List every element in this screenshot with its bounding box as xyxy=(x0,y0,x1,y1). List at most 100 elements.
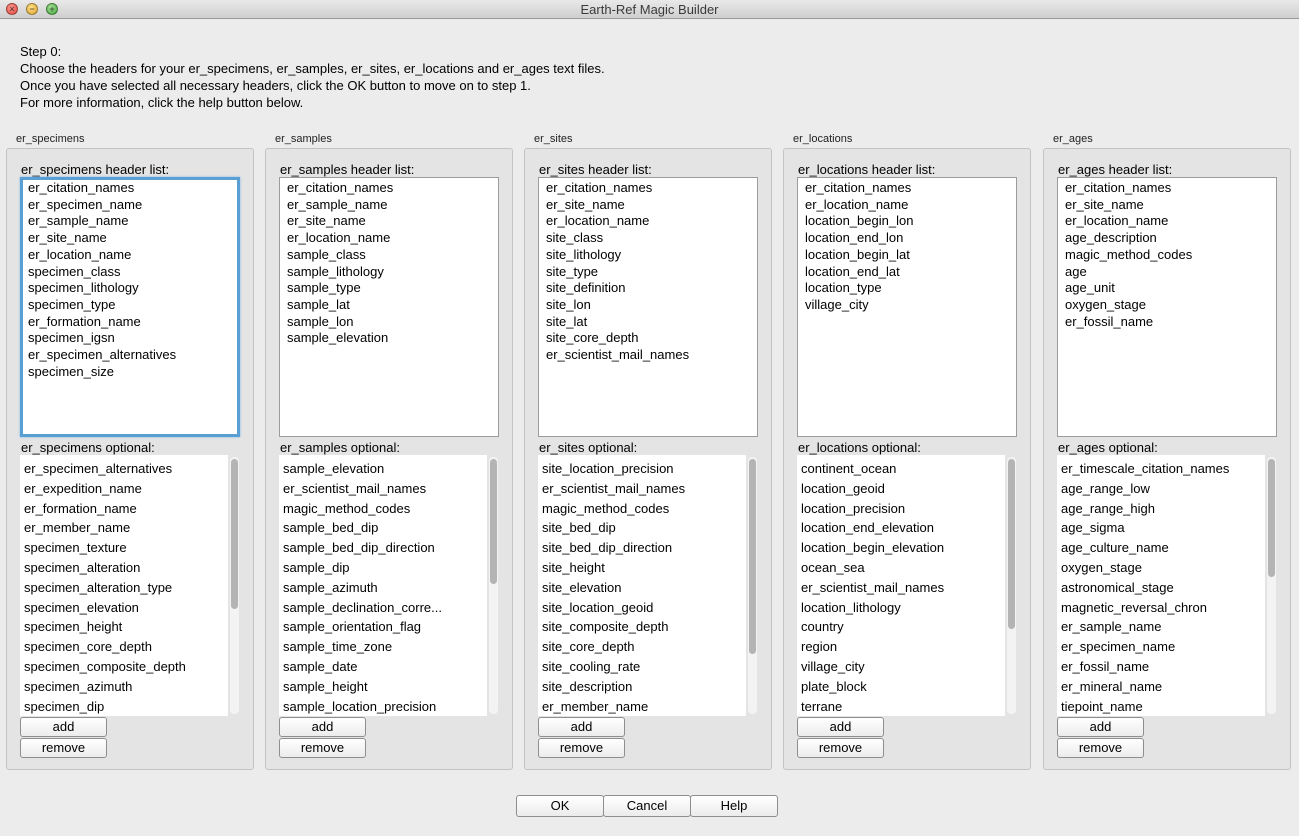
list-item[interactable]: er_formation_name xyxy=(24,499,220,519)
optional-list[interactable]: site_location_precision er_scientist_mail… xyxy=(538,455,746,716)
list-item[interactable]: sample_date xyxy=(283,657,479,677)
list-item[interactable]: sample_class xyxy=(287,247,498,264)
header-list[interactable]: er_citation_names er_site_name er_location… xyxy=(1057,177,1277,437)
list-item[interactable]: sample_declination_corre... xyxy=(283,598,479,618)
list-item[interactable]: er_site_name xyxy=(287,213,498,230)
list-item[interactable]: oxygen_stage xyxy=(1061,558,1257,578)
list-item[interactable]: specimen_type xyxy=(28,297,237,314)
list-item[interactable]: village_city xyxy=(801,657,997,677)
list-item[interactable]: specimen_azimuth xyxy=(24,677,220,697)
list-item[interactable]: site_lon xyxy=(546,297,757,314)
list-item[interactable]: sample_time_zone xyxy=(283,637,479,657)
list-item[interactable]: specimen_core_depth xyxy=(24,637,220,657)
help-button[interactable]: Help xyxy=(690,795,778,817)
optional-list-scrollbar[interactable] xyxy=(1007,457,1016,714)
list-item[interactable]: terrane xyxy=(801,697,997,716)
add-button[interactable]: add xyxy=(538,717,625,737)
list-item[interactable]: astronomical_stage xyxy=(1061,578,1257,598)
list-item[interactable]: er_location_name xyxy=(287,230,498,247)
list-item[interactable]: er_mineral_name xyxy=(1061,677,1257,697)
list-item[interactable]: region xyxy=(801,637,997,657)
list-item[interactable]: age xyxy=(1065,264,1276,281)
list-item[interactable]: specimen_lithology xyxy=(28,280,237,297)
list-item[interactable]: er_citation_names xyxy=(805,180,1016,197)
list-item[interactable]: er_sample_name xyxy=(287,197,498,214)
list-item[interactable]: location_end_lat xyxy=(805,264,1016,281)
list-item[interactable]: er_scientist_mail_names xyxy=(542,479,738,499)
list-item[interactable]: sample_lon xyxy=(287,314,498,331)
list-item[interactable]: site_bed_dip xyxy=(542,518,738,538)
list-item[interactable]: er_site_name xyxy=(1065,197,1276,214)
list-item[interactable]: er_member_name xyxy=(542,697,738,716)
optional-list[interactable]: continent_ocean location_geoid location_pr… xyxy=(797,455,1005,716)
add-button[interactable]: add xyxy=(279,717,366,737)
optional-list-scrollbar[interactable] xyxy=(748,457,757,714)
list-item[interactable]: site_description xyxy=(542,677,738,697)
list-item[interactable]: oxygen_stage xyxy=(1065,297,1276,314)
list-item[interactable]: specimen_elevation xyxy=(24,598,220,618)
list-item[interactable]: er_citation_names xyxy=(1065,180,1276,197)
remove-button[interactable]: remove xyxy=(797,738,884,758)
list-item[interactable]: sample_orientation_flag xyxy=(283,617,479,637)
remove-button[interactable]: remove xyxy=(1057,738,1144,758)
list-item[interactable]: er_sample_name xyxy=(28,213,237,230)
list-item[interactable]: er_scientist_mail_names xyxy=(546,347,757,364)
list-item[interactable]: site_bed_dip_direction xyxy=(542,538,738,558)
scrollbar-thumb[interactable] xyxy=(231,459,238,609)
list-item[interactable]: sample_height xyxy=(283,677,479,697)
scrollbar-thumb[interactable] xyxy=(490,459,497,584)
list-item[interactable]: location_type xyxy=(805,280,1016,297)
list-item[interactable]: er_member_name xyxy=(24,518,220,538)
remove-button[interactable]: remove xyxy=(279,738,366,758)
list-item[interactable]: country xyxy=(801,617,997,637)
list-item[interactable]: location_begin_elevation xyxy=(801,538,997,558)
list-item[interactable]: sample_type xyxy=(287,280,498,297)
list-item[interactable]: sample_bed_dip xyxy=(283,518,479,538)
optional-list-scrollbar[interactable] xyxy=(489,457,498,714)
ok-button[interactable]: OK xyxy=(516,795,604,817)
list-item[interactable]: er_location_name xyxy=(805,197,1016,214)
list-item[interactable]: age_range_low xyxy=(1061,479,1257,499)
list-item[interactable]: magic_method_codes xyxy=(542,499,738,519)
list-item[interactable]: sample_azimuth xyxy=(283,578,479,598)
list-item[interactable]: magnetic_reversal_chron xyxy=(1061,598,1257,618)
list-item[interactable]: er_citation_names xyxy=(287,180,498,197)
list-item[interactable]: specimen_class xyxy=(28,264,237,281)
list-item[interactable]: site_core_depth xyxy=(542,637,738,657)
list-item[interactable]: site_type xyxy=(546,264,757,281)
list-item[interactable]: er_scientist_mail_names xyxy=(283,479,479,499)
scrollbar-thumb[interactable] xyxy=(1008,459,1015,629)
list-item[interactable]: er_location_name xyxy=(546,213,757,230)
list-item[interactable]: tiepoint_name xyxy=(1061,697,1257,716)
list-item[interactable]: location_end_elevation xyxy=(801,518,997,538)
list-item[interactable]: specimen_alteration_type xyxy=(24,578,220,598)
list-item[interactable]: er_specimen_alternatives xyxy=(28,347,237,364)
list-item[interactable]: site_class xyxy=(546,230,757,247)
list-item[interactable]: sample_location_precision xyxy=(283,697,479,716)
list-item[interactable]: age_unit xyxy=(1065,280,1276,297)
add-button[interactable]: add xyxy=(20,717,107,737)
list-item[interactable]: specimen_alteration xyxy=(24,558,220,578)
list-item[interactable]: continent_ocean xyxy=(801,459,997,479)
optional-list[interactable]: sample_elevation er_scientist_mail_names m… xyxy=(279,455,487,716)
list-item[interactable]: er_expedition_name xyxy=(24,479,220,499)
list-item[interactable]: sample_elevation xyxy=(283,459,479,479)
list-item[interactable]: site_cooling_rate xyxy=(542,657,738,677)
list-item[interactable]: specimen_height xyxy=(24,617,220,637)
optional-list[interactable]: er_specimen_alternatives er_expedition_na… xyxy=(20,455,228,716)
list-item[interactable]: age_culture_name xyxy=(1061,538,1257,558)
add-button[interactable]: add xyxy=(1057,717,1144,737)
list-item[interactable]: site_lithology xyxy=(546,247,757,264)
optional-list-scrollbar[interactable] xyxy=(230,457,239,714)
remove-button[interactable]: remove xyxy=(20,738,107,758)
optional-list-scrollbar[interactable] xyxy=(1267,457,1276,714)
list-item[interactable]: specimen_composite_depth xyxy=(24,657,220,677)
list-item[interactable]: ocean_sea xyxy=(801,558,997,578)
list-item[interactable]: location_geoid xyxy=(801,479,997,499)
list-item[interactable]: er_formation_name xyxy=(28,314,237,331)
list-item[interactable]: plate_block xyxy=(801,677,997,697)
add-button[interactable]: add xyxy=(797,717,884,737)
list-item[interactable]: location_lithology xyxy=(801,598,997,618)
list-item[interactable]: er_fossil_name xyxy=(1061,657,1257,677)
list-item[interactable]: magic_method_codes xyxy=(283,499,479,519)
